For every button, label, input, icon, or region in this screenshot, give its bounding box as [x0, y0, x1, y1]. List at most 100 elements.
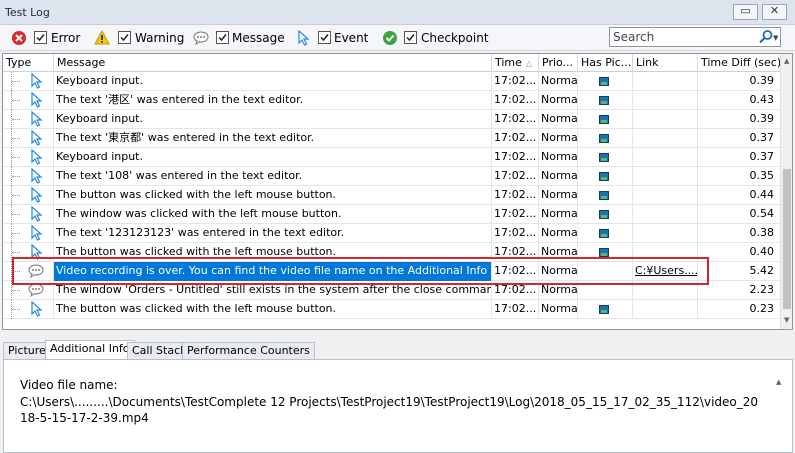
column-divider	[697, 205, 698, 224]
table-row[interactable]: The text '108' was entered in the text e…	[3, 167, 780, 186]
filter-error[interactable]: Error	[11, 29, 81, 47]
link-cell	[633, 110, 698, 129]
filter-warning[interactable]: Warning	[94, 29, 184, 47]
picture-icon[interactable]	[599, 134, 609, 143]
log-grid[interactable]: Type Message Time △ Prio... Has Pic... Li…	[2, 53, 793, 330]
picture-icon[interactable]	[599, 229, 609, 238]
checkpoint-checkbox[interactable]	[404, 31, 417, 44]
priority-cell: Normal	[541, 188, 578, 201]
table-row[interactable]: The button was clicked with the left mou…	[3, 186, 780, 205]
tree-line	[11, 72, 21, 91]
column-divider	[491, 300, 492, 319]
scroll-up-icon[interactable]: ▲	[784, 57, 789, 65]
col-message[interactable]: Message	[54, 54, 492, 72]
search-icon[interactable]	[758, 29, 774, 45]
message-cell: Keyboard input.	[56, 74, 143, 87]
info-label: Video file name:	[20, 378, 118, 392]
restore-button[interactable]: ▭	[733, 4, 758, 20]
scroll-thumb[interactable]	[783, 169, 791, 309]
picture-icon[interactable]	[599, 305, 609, 314]
column-divider	[53, 129, 54, 148]
picture-icon[interactable]	[599, 191, 609, 200]
search-dropdown-icon[interactable]: ▼	[773, 34, 778, 42]
filter-checkpoint[interactable]: Checkpoint	[382, 29, 489, 47]
sort-asc-icon: △	[525, 59, 533, 68]
col-priority[interactable]: Prio...	[539, 54, 578, 72]
table-row[interactable]: Keyboard input. 17:02... Normal 0.37	[3, 148, 780, 167]
table-row[interactable]: The text '123123123' was entered in the …	[3, 224, 780, 243]
table-row[interactable]: Keyboard input. 17:02... Normal 0.39	[3, 72, 780, 91]
column-divider	[577, 167, 578, 186]
column-divider	[53, 300, 54, 319]
table-row[interactable]: The window was clicked with the left mou…	[3, 205, 780, 224]
tab-additional-info[interactable]: Additional Info	[45, 340, 135, 360]
column-divider	[632, 72, 633, 91]
picture-icon[interactable]	[599, 153, 609, 162]
close-button[interactable]: ✕	[762, 4, 787, 20]
link-cell	[633, 205, 698, 224]
picture-cell	[578, 129, 633, 148]
vertical-scrollbar[interactable]: ▲ ▼	[780, 54, 792, 329]
picture-cell	[578, 224, 633, 243]
link-cell	[633, 148, 698, 167]
table-row[interactable]: The text '港区' was entered in the text ed…	[3, 91, 780, 110]
filter-event-label: Event	[334, 31, 369, 45]
col-time-label: Time	[495, 56, 522, 69]
time-cell: 17:02...	[494, 93, 537, 106]
picture-icon[interactable]	[599, 248, 609, 257]
type-cell	[3, 148, 54, 167]
time-diff-cell: 0.37	[749, 131, 775, 144]
panel-scroll-up-icon[interactable]: ▲	[776, 378, 781, 386]
col-type[interactable]: Type	[3, 54, 54, 72]
additional-info-panel: Video file name: C:\Users\.........\Docu…	[3, 359, 793, 453]
col-has-picture[interactable]: Has Pic...	[578, 54, 633, 72]
time-cell: 17:02...	[494, 188, 537, 201]
picture-icon[interactable]	[599, 77, 609, 86]
column-divider	[538, 186, 539, 205]
error-checkbox[interactable]	[34, 31, 47, 44]
table-row[interactable]: Keyboard input. 17:02... Normal 0.39	[3, 110, 780, 129]
column-divider	[53, 148, 54, 167]
event-checkbox[interactable]	[318, 31, 331, 44]
message-cell: The text '123123123' was entered in the …	[56, 226, 345, 239]
time-cell: 17:02...	[494, 169, 537, 182]
tab-picture[interactable]: Picture	[3, 342, 51, 360]
warning-checkbox[interactable]	[118, 31, 131, 44]
link-cell	[633, 224, 698, 243]
time-diff-cell: 0.40	[749, 245, 775, 258]
type-cell	[3, 110, 54, 129]
table-row[interactable]: The button was clicked with the left mou…	[3, 300, 780, 319]
picture-icon[interactable]	[599, 172, 609, 181]
column-divider	[697, 110, 698, 129]
search-input[interactable]: Search ▼	[609, 27, 781, 47]
picture-cell	[578, 300, 633, 319]
column-divider	[697, 91, 698, 110]
col-time[interactable]: Time △	[492, 54, 539, 72]
tab-performance-counters[interactable]: Performance Counters	[182, 342, 315, 360]
title-bar: Test Log ▭ ✕	[0, 0, 795, 25]
filter-message[interactable]: Message	[193, 29, 288, 47]
scroll-down-icon[interactable]: ▼	[784, 316, 789, 324]
column-divider	[491, 167, 492, 186]
picture-icon[interactable]	[599, 96, 609, 105]
message-checkbox[interactable]	[216, 31, 229, 44]
link-cell	[633, 186, 698, 205]
picture-icon[interactable]	[599, 115, 609, 124]
filter-warning-label: Warning	[135, 31, 185, 45]
filter-event[interactable]: Event	[296, 29, 371, 47]
column-divider	[577, 205, 578, 224]
type-cell	[3, 205, 54, 224]
time-cell: 17:02...	[494, 226, 537, 239]
window-title: Test Log	[5, 6, 50, 19]
column-divider	[697, 72, 698, 91]
link-cell	[633, 300, 698, 319]
col-time-diff[interactable]: Time Diff (sec)	[698, 54, 780, 72]
time-diff-cell: 0.38	[749, 226, 775, 239]
table-row[interactable]: The text '東京都' was entered in the text e…	[3, 129, 780, 148]
column-divider	[697, 300, 698, 319]
picture-icon[interactable]	[599, 210, 609, 219]
tree-line	[11, 224, 21, 243]
tree-line	[11, 110, 21, 129]
col-link[interactable]: Link	[633, 54, 698, 72]
info-value: C:\Users\.........\Documents\TestComplet…	[20, 395, 759, 425]
